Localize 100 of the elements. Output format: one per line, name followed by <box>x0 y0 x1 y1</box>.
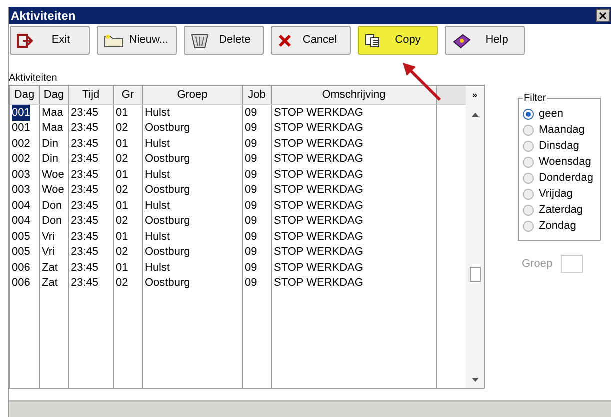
column-header[interactable]: Dag <box>40 86 69 104</box>
table-cell-text: 23:45 <box>71 198 99 214</box>
table-cell-text: Zat <box>42 260 58 276</box>
close-icon <box>599 12 607 20</box>
filter-radio[interactable]: geen <box>523 106 596 122</box>
table-cell-text: 001 <box>12 121 30 136</box>
table-cell-text: 02 <box>116 152 128 167</box>
table-cell-text: 09 <box>245 152 258 167</box>
table-cell-text: 23:45 <box>71 230 99 244</box>
toolbar-button[interactable]: Exit <box>10 26 90 55</box>
table-caption: Aktiviteiten <box>9 73 58 85</box>
groep-label: Groep <box>522 256 553 272</box>
table-cell-text: 01 <box>116 136 128 152</box>
table-cell-text: 09 <box>245 136 258 152</box>
filter-radio[interactable]: Vrijdag <box>523 186 596 202</box>
table-cell-text: Hulst <box>145 136 170 152</box>
table-cell-text: Don <box>42 198 62 214</box>
table-cell-text: 005 <box>12 245 30 260</box>
table-cell-text: Zat <box>42 276 58 291</box>
table-cell-text: 01 <box>116 106 128 120</box>
table-cell-text: Oostburg <box>145 245 190 260</box>
column-header[interactable]: Gr <box>114 86 143 104</box>
table-cell-text: 02 <box>116 183 128 198</box>
table-cell-text: 006 <box>12 260 30 276</box>
table-cell-text: 23:45 <box>71 183 99 198</box>
table-cell-text: STOP WERKDAG <box>274 214 364 229</box>
table-cell-text: Maa <box>42 106 64 120</box>
filter-radio[interactable]: Maandag <box>523 122 596 138</box>
table-cell-text: Vri <box>42 230 56 244</box>
table-cell-text: 23:45 <box>71 106 99 120</box>
scrollbar[interactable]: » <box>466 86 484 388</box>
toolbar-button[interactable]: Help <box>445 26 525 55</box>
table-cell-text: 004 <box>12 198 30 214</box>
table-cell-text: Oostburg <box>145 214 190 229</box>
table-cell-text: 23:45 <box>71 121 99 136</box>
filter-radio[interactable]: Zondag <box>523 218 596 234</box>
table-cell-text: 09 <box>245 168 258 182</box>
table-cell-text: Don <box>42 214 62 229</box>
scroll-thumb[interactable] <box>470 267 480 282</box>
table-cell-text: 23:45 <box>71 214 99 229</box>
toolbar-button[interactable]: Nieuw... <box>97 26 177 55</box>
table-cell-text: 02 <box>116 121 128 136</box>
cross-icon <box>278 34 292 48</box>
table-cell-text: 01 <box>116 260 128 276</box>
folder-icon <box>104 34 124 48</box>
table-cell-text: 02 <box>116 276 128 291</box>
table-cell-text: STOP WERKDAG <box>274 152 364 167</box>
filter-title: Filter <box>523 92 548 106</box>
table-cell: 001 <box>12 104 30 121</box>
table-cell-text: Woe <box>42 183 64 198</box>
column-header[interactable]: Dag <box>10 86 40 104</box>
table-cell-text: 003 <box>12 183 30 198</box>
table-cell-text: 005 <box>12 230 30 244</box>
table-cell-text: 09 <box>245 198 258 214</box>
table-cell-text: 23:45 <box>71 245 99 260</box>
filter-radio[interactable]: Zaterdag <box>523 202 596 218</box>
table-cell-text: STOP WERKDAG <box>274 136 364 152</box>
table-cell-text: 09 <box>245 260 258 276</box>
table-cell-text: 01 <box>116 168 128 182</box>
toolbar-button[interactable]: Copy <box>358 26 438 55</box>
trash-bin-icon <box>191 32 209 48</box>
toolbar-button[interactable]: Delete <box>184 26 264 55</box>
table-cell-text: STOP WERKDAG <box>274 121 364 136</box>
pointer-arrow <box>400 62 444 102</box>
table-cell-text: Hulst <box>145 106 170 120</box>
toolbar-button[interactable]: Cancel <box>271 26 351 55</box>
table-cell-text: Oostburg <box>145 121 190 136</box>
table-cell-text: Vri <box>42 245 56 260</box>
scroll-up-icon[interactable] <box>472 113 478 117</box>
table-cell-text: Woe <box>42 168 64 182</box>
table-cell-text: 09 <box>245 245 258 260</box>
table-cell-text: 002 <box>12 152 30 167</box>
table-cell-text: 09 <box>245 214 258 229</box>
exit-arrow-icon <box>17 34 35 48</box>
table-cell-text: 09 <box>245 276 258 291</box>
table-cell-text: Oostburg <box>145 183 190 198</box>
table-cell-text: STOP WERKDAG <box>274 168 364 182</box>
table-cell-text: 01 <box>116 230 128 244</box>
table-cell-text: Hulst <box>145 168 170 182</box>
table-cell-text: Din <box>42 136 59 152</box>
table-cell-text: 09 <box>245 121 258 136</box>
table-cell-text: STOP WERKDAG <box>274 230 364 244</box>
table-cell-text: Hulst <box>145 198 170 214</box>
table-cell-text: STOP WERKDAG <box>274 276 364 291</box>
filter-radio[interactable]: Donderdag <box>523 170 596 186</box>
table-cell-text: 02 <box>116 214 128 229</box>
copy-documents-icon <box>365 34 381 48</box>
column-header[interactable]: Job <box>243 86 272 104</box>
column-header[interactable]: Tijd <box>69 86 114 104</box>
close-button[interactable] <box>596 9 610 22</box>
table-cell-text: STOP WERKDAG <box>274 260 364 276</box>
filter-radio[interactable]: Dinsdag <box>523 138 596 154</box>
table-cell-text: Din <box>42 152 59 167</box>
scroll-down-icon[interactable] <box>472 378 478 382</box>
table-cell-text: 002 <box>12 136 30 152</box>
table-cell-text: 23:45 <box>71 276 99 291</box>
filter-radio[interactable]: Woensdag <box>523 154 596 170</box>
table-cell-text: 09 <box>245 230 258 244</box>
column-header[interactable]: Groep <box>143 86 243 104</box>
column-header[interactable]: » <box>472 86 478 105</box>
